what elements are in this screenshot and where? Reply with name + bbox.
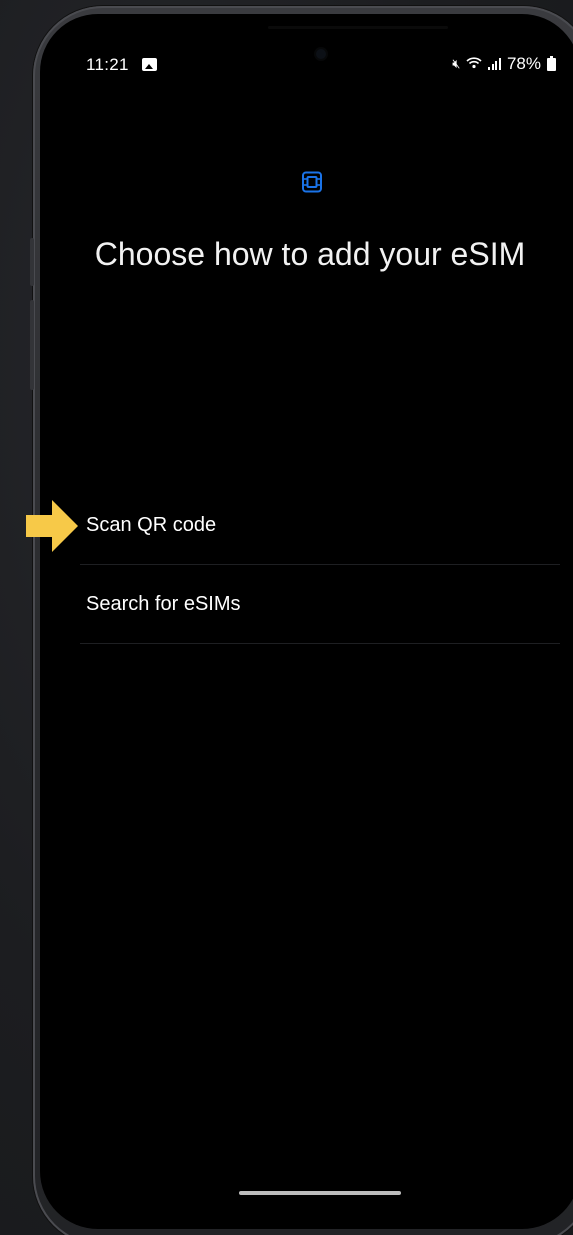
status-indicators: 🔇︎ 78% bbox=[452, 54, 556, 74]
status-bar: 11:21 🔇︎ 78% bbox=[40, 14, 573, 74]
battery-icon bbox=[547, 55, 556, 71]
status-time: 11:21 bbox=[86, 55, 129, 74]
esim-icon bbox=[302, 171, 322, 193]
battery-percent: 78% bbox=[506, 54, 541, 73]
signal-icon bbox=[488, 58, 501, 70]
mute-icon: 🔇︎ bbox=[452, 56, 461, 71]
page-title: Choose how to add your eSIM bbox=[94, 236, 526, 272]
phone-screen: 11:21 🔇︎ 78% Choose how to add your eSIM… bbox=[40, 14, 573, 1229]
wifi-icon bbox=[466, 56, 483, 72]
search-for-esims-option[interactable]: Search for eSIMs bbox=[80, 565, 560, 644]
device-stage: 11:21 🔇︎ 78% Choose how to add your eSIM… bbox=[0, 0, 573, 1235]
power-button bbox=[30, 300, 34, 390]
front-camera bbox=[316, 49, 326, 59]
pointer-arrow-icon bbox=[26, 500, 78, 552]
volume-button bbox=[30, 238, 34, 286]
option-label: Scan QR code bbox=[86, 513, 217, 536]
scan-qr-code-option[interactable]: Scan QR code bbox=[80, 486, 560, 565]
home-indicator[interactable] bbox=[239, 1191, 401, 1195]
add-esim-options: Scan QR code Search for eSIMs bbox=[80, 486, 560, 644]
image-notification-icon bbox=[142, 58, 157, 71]
option-label: Search for eSIMs bbox=[86, 592, 241, 615]
